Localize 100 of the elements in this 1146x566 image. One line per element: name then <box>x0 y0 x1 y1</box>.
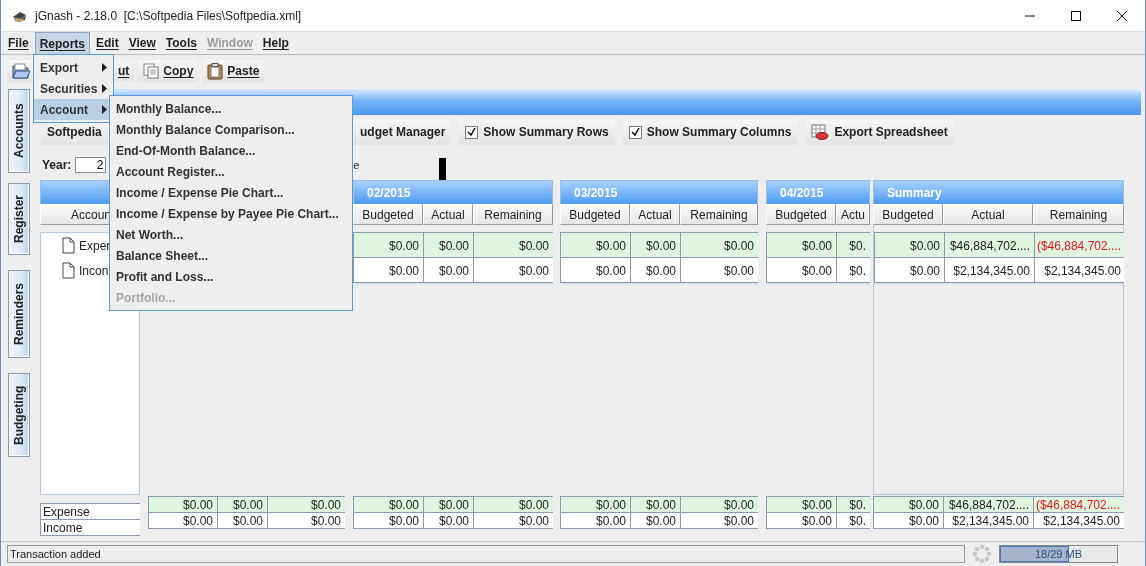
menu-item[interactable]: View <box>124 32 160 54</box>
window-title: jGnash - 2.18.0 [C:\Softpedia Files\Softpedia.xml] <box>35 8 302 23</box>
table-cell: $46,884,702.... <box>945 233 1035 258</box>
column-header[interactable]: Budgeted <box>873 204 943 225</box>
submenu-arrow-icon <box>102 63 107 72</box>
column-header[interactable]: Remaining <box>1033 204 1124 225</box>
table-cell: $0.00 <box>474 513 553 529</box>
table-cell: $0.00 <box>874 513 944 529</box>
side-tab[interactable]: Register <box>8 183 30 255</box>
table-cell: $0.00 <box>681 258 758 283</box>
table-cell: $2,134,345.00 <box>1035 258 1124 283</box>
table-cell: $0. <box>837 497 870 513</box>
checkbox[interactable]: Show Summary Rows <box>459 119 615 145</box>
copy-icon <box>143 63 160 79</box>
table-cell: $0.00 <box>424 513 474 529</box>
table-cell: $0.00 <box>424 497 474 513</box>
table-cell: $46,884,702.... <box>944 497 1034 513</box>
side-tab[interactable]: Accounts <box>8 89 30 173</box>
check-icon <box>467 127 477 137</box>
cursor-block <box>439 158 447 180</box>
table-cell: $0.00 <box>681 497 758 513</box>
column-header[interactable]: Remaining <box>680 204 758 225</box>
column-header[interactable]: Actual <box>423 204 473 225</box>
menu-item[interactable]: Account Register... <box>110 161 352 182</box>
table-cell: $0.00 <box>218 513 268 529</box>
table-cell: $0.00 <box>767 258 837 283</box>
side-tab[interactable]: Budgeting <box>8 373 30 457</box>
table-cell: $0. <box>837 258 870 283</box>
table-cell: $0.00 <box>218 497 268 513</box>
table-cell: ($46,884,702.... <box>1034 497 1124 513</box>
column-header[interactable]: Actu <box>836 204 870 225</box>
year-field[interactable]: 2 <box>75 157 107 173</box>
toolbar-button[interactable]: Copy <box>138 60 199 82</box>
menu-item[interactable]: Monthly Balance... <box>110 98 352 119</box>
menu-item[interactable]: File <box>4 32 33 54</box>
clipboard-icon <box>207 62 224 80</box>
table-cell: ($46,884,702.... <box>1035 233 1124 258</box>
table-cell: $0.00 <box>631 258 681 283</box>
column-header[interactable]: Actual <box>630 204 680 225</box>
close-icon <box>1116 9 1128 22</box>
table-cell: $0.00 <box>268 497 345 513</box>
group-header: 04/2015 <box>766 180 870 204</box>
table-cell: $0.00 <box>767 233 837 258</box>
table-cell: $2,134,345.00 <box>945 258 1035 283</box>
export-button[interactable]: Export Spreadsheet <box>805 119 954 145</box>
table-cell: $0.00 <box>149 513 218 529</box>
menu-item[interactable]: Edit <box>92 32 123 54</box>
table-cell: $0.00 <box>875 258 945 283</box>
column-header[interactable]: Budgeted <box>353 204 423 225</box>
column-header[interactable]: Remaining <box>473 204 553 225</box>
status-message: Transaction added <box>7 545 965 563</box>
menu-item[interactable]: Balance Sheet... <box>110 245 352 266</box>
menu-item[interactable]: Profit and Loss... <box>110 266 352 287</box>
table-cell: Expense <box>41 504 140 520</box>
table-cell: $0.00 <box>767 513 837 529</box>
group-header: Summary <box>873 180 1124 204</box>
table-cell: $0.00 <box>354 497 424 513</box>
table-cell: $0.00 <box>354 258 424 283</box>
table-cell: $0.00 <box>474 233 553 258</box>
table-cell: $0. <box>837 233 870 258</box>
table-cell: $0. <box>837 513 870 529</box>
table-cell: $0.00 <box>561 233 631 258</box>
toolbar-button[interactable]: udget Manager <box>354 119 452 145</box>
account-name[interactable]: Exper <box>79 238 111 253</box>
menu-item[interactable]: Income / Expense Pie Chart... <box>110 182 352 203</box>
toolbar-button[interactable]: ut <box>113 61 135 81</box>
toolbar-button[interactable]: Paste <box>202 59 265 83</box>
folder-icon <box>12 63 30 79</box>
spreadsheet-icon <box>811 124 830 140</box>
table-cell: $0.00 <box>767 497 837 513</box>
account-name[interactable]: Incon <box>79 263 109 278</box>
label-text: e <box>353 159 360 171</box>
check-icon <box>630 127 640 137</box>
group-header: 02/2015 <box>353 180 553 204</box>
menu-item[interactable]: Export <box>34 57 113 78</box>
checkbox[interactable]: Show Summary Columns <box>622 119 798 145</box>
side-tab[interactable]: Reminders <box>8 270 30 358</box>
menu-item[interactable]: Help <box>258 32 293 54</box>
table-cell: $0.00 <box>268 513 345 529</box>
table-cell: $0.00 <box>424 258 474 283</box>
column-header[interactable]: Budgeted <box>560 204 630 225</box>
table-cell: $0.00 <box>474 258 553 283</box>
app-icon <box>11 9 27 22</box>
table-cell: $0.00 <box>561 497 631 513</box>
table-cell: $0.00 <box>631 513 681 529</box>
table-cell: $0.00 <box>474 497 553 513</box>
menu-item[interactable]: Tools <box>161 32 201 54</box>
toolbar-button[interactable] <box>7 60 35 82</box>
menu-item[interactable]: Net Worth... <box>110 224 352 245</box>
year-label: Year: <box>42 158 72 172</box>
table-cell: $2,134,345.00 <box>1034 513 1124 529</box>
menu-item[interactable]: Securities <box>34 78 113 99</box>
menu-item[interactable]: Reports <box>34 32 90 54</box>
table-cell: $0.00 <box>681 513 758 529</box>
table-cell: $0.00 <box>631 233 681 258</box>
table-cell: $0.00 <box>875 233 945 258</box>
document-icon <box>62 237 75 254</box>
column-header[interactable]: Actual <box>943 204 1033 225</box>
table-cell: Income <box>41 520 140 536</box>
column-header[interactable]: Budgeted <box>766 204 836 225</box>
